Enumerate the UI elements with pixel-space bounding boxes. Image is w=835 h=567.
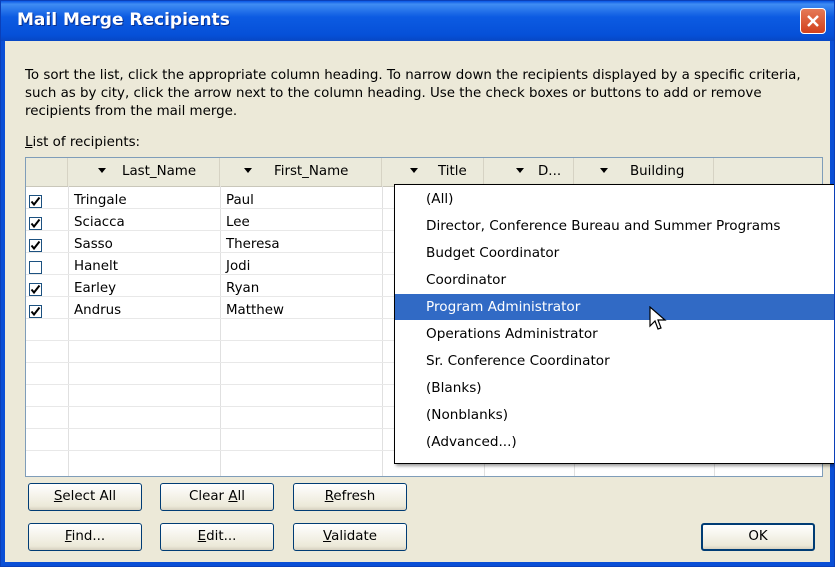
checkmark-icon (30, 196, 41, 207)
filter-arrow-icon[interactable] (98, 168, 106, 173)
mail-merge-recipients-dialog: Mail Merge Recipients To sort the list, … (0, 0, 835, 567)
cell-last-name: Sciacca (74, 215, 125, 230)
cell-last-name: Tringale (74, 193, 127, 208)
edit-button[interactable]: Edit... (160, 523, 274, 551)
checkmark-icon (30, 284, 41, 295)
dropdown-item-director[interactable]: Director, Conference Bureau and Summer P… (395, 213, 834, 239)
clear-all-button[interactable]: Clear All (160, 483, 274, 511)
dropdown-item-blanks[interactable]: (Blanks) (395, 375, 834, 401)
include-checkbox[interactable] (29, 217, 42, 230)
dropdown-item-nonblanks[interactable]: (Nonblanks) (395, 402, 834, 428)
table-row[interactable]: Sciacca Lee (26, 214, 406, 236)
button-label: dit... (206, 529, 237, 544)
include-checkbox[interactable] (29, 261, 42, 274)
validate-button[interactable]: Validate (293, 523, 407, 551)
accel-key: F (64, 529, 72, 544)
column-header-first-name[interactable]: First_Name (220, 158, 382, 186)
include-checkbox[interactable] (29, 195, 42, 208)
list-of-recipients-label: List of recipients: (25, 135, 140, 150)
mouse-pointer-icon (649, 306, 667, 330)
filter-arrow-icon[interactable] (410, 168, 418, 173)
table-row[interactable]: Hanelt Jodi (26, 258, 406, 280)
window-title: Mail Merge Recipients (17, 10, 230, 30)
select-all-button[interactable]: Select All (28, 483, 142, 511)
filter-arrow-icon[interactable] (244, 168, 252, 173)
button-label: ind... (71, 529, 106, 544)
table-row[interactable]: Sasso Theresa (26, 236, 406, 258)
filter-arrow-icon[interactable] (516, 168, 524, 173)
window-frame-left (1, 41, 5, 566)
cell-last-name: Andrus (74, 303, 122, 318)
cell-first-name: Jodi (226, 259, 251, 274)
table-row[interactable]: Earley Ryan (26, 280, 406, 302)
table-row[interactable]: Tringale Paul (26, 192, 406, 214)
checkmark-icon (30, 240, 41, 251)
close-icon (807, 15, 819, 27)
include-checkbox[interactable] (29, 305, 42, 318)
find-button[interactable]: Find... (28, 523, 142, 551)
button-label-pre: Clear (189, 489, 229, 504)
dropdown-item-program-administrator[interactable]: Program Administrator (395, 294, 834, 320)
instructions-text: To sort the list, click the appropriate … (25, 68, 801, 119)
column-header-title[interactable]: Title (382, 158, 484, 186)
column-label: D... (538, 164, 562, 179)
column-header-d[interactable]: D... (484, 158, 574, 186)
button-label: ll (237, 489, 245, 504)
window-frame-bottom (1, 562, 834, 566)
refresh-button[interactable]: Refresh (293, 483, 407, 511)
column-label: First_Name (274, 164, 349, 179)
dropdown-item-all[interactable]: (All) (395, 186, 834, 212)
title-filter-dropdown[interactable]: (All) Director, Conference Bureau and Su… (394, 184, 834, 464)
button-label: alidate (331, 529, 377, 544)
column-label: Title (438, 164, 467, 179)
label-rest: ist of recipients: (32, 135, 141, 150)
cell-first-name: Theresa (226, 237, 280, 252)
cell-first-name: Ryan (226, 281, 260, 296)
cell-last-name: Hanelt (74, 259, 118, 274)
list-header: Last_Name First_Name Title D... Building (26, 158, 822, 187)
cell-first-name: Lee (226, 215, 250, 230)
ok-button[interactable]: OK (701, 523, 815, 551)
accel-key: V (323, 529, 332, 544)
column-label: Last_Name (122, 164, 197, 179)
column-header-building[interactable]: Building (574, 158, 714, 186)
dropdown-item-coordinator[interactable]: Coordinator (395, 267, 834, 293)
accel-key: E (197, 529, 207, 544)
accel-key: A (228, 489, 238, 504)
column-label: Building (630, 164, 685, 179)
column-header-last-name[interactable]: Last_Name (68, 158, 220, 186)
include-checkbox[interactable] (29, 239, 42, 252)
checkmark-icon (30, 218, 41, 229)
button-label: elect All (62, 489, 117, 504)
column-header-checkbox[interactable] (26, 158, 68, 186)
cell-last-name: Earley (74, 281, 117, 296)
dropdown-item-operations-administrator[interactable]: Operations Administrator (395, 321, 834, 347)
dropdown-item-budget-coordinator[interactable]: Budget Coordinator (395, 240, 834, 266)
table-row[interactable]: Andrus Matthew (26, 302, 406, 324)
filter-arrow-icon[interactable] (600, 168, 608, 173)
dropdown-item-advanced[interactable]: (Advanced...) (395, 429, 834, 455)
title-bar[interactable]: Mail Merge Recipients (1, 1, 834, 41)
checkmark-icon (30, 306, 41, 317)
close-button[interactable] (800, 8, 826, 34)
button-label: efresh (333, 489, 376, 504)
include-checkbox[interactable] (29, 283, 42, 296)
cell-first-name: Matthew (226, 303, 284, 318)
cell-last-name: Sasso (74, 237, 113, 252)
cell-first-name: Paul (226, 193, 254, 208)
dropdown-item-sr-conference-coordinator[interactable]: Sr. Conference Coordinator (395, 348, 834, 374)
